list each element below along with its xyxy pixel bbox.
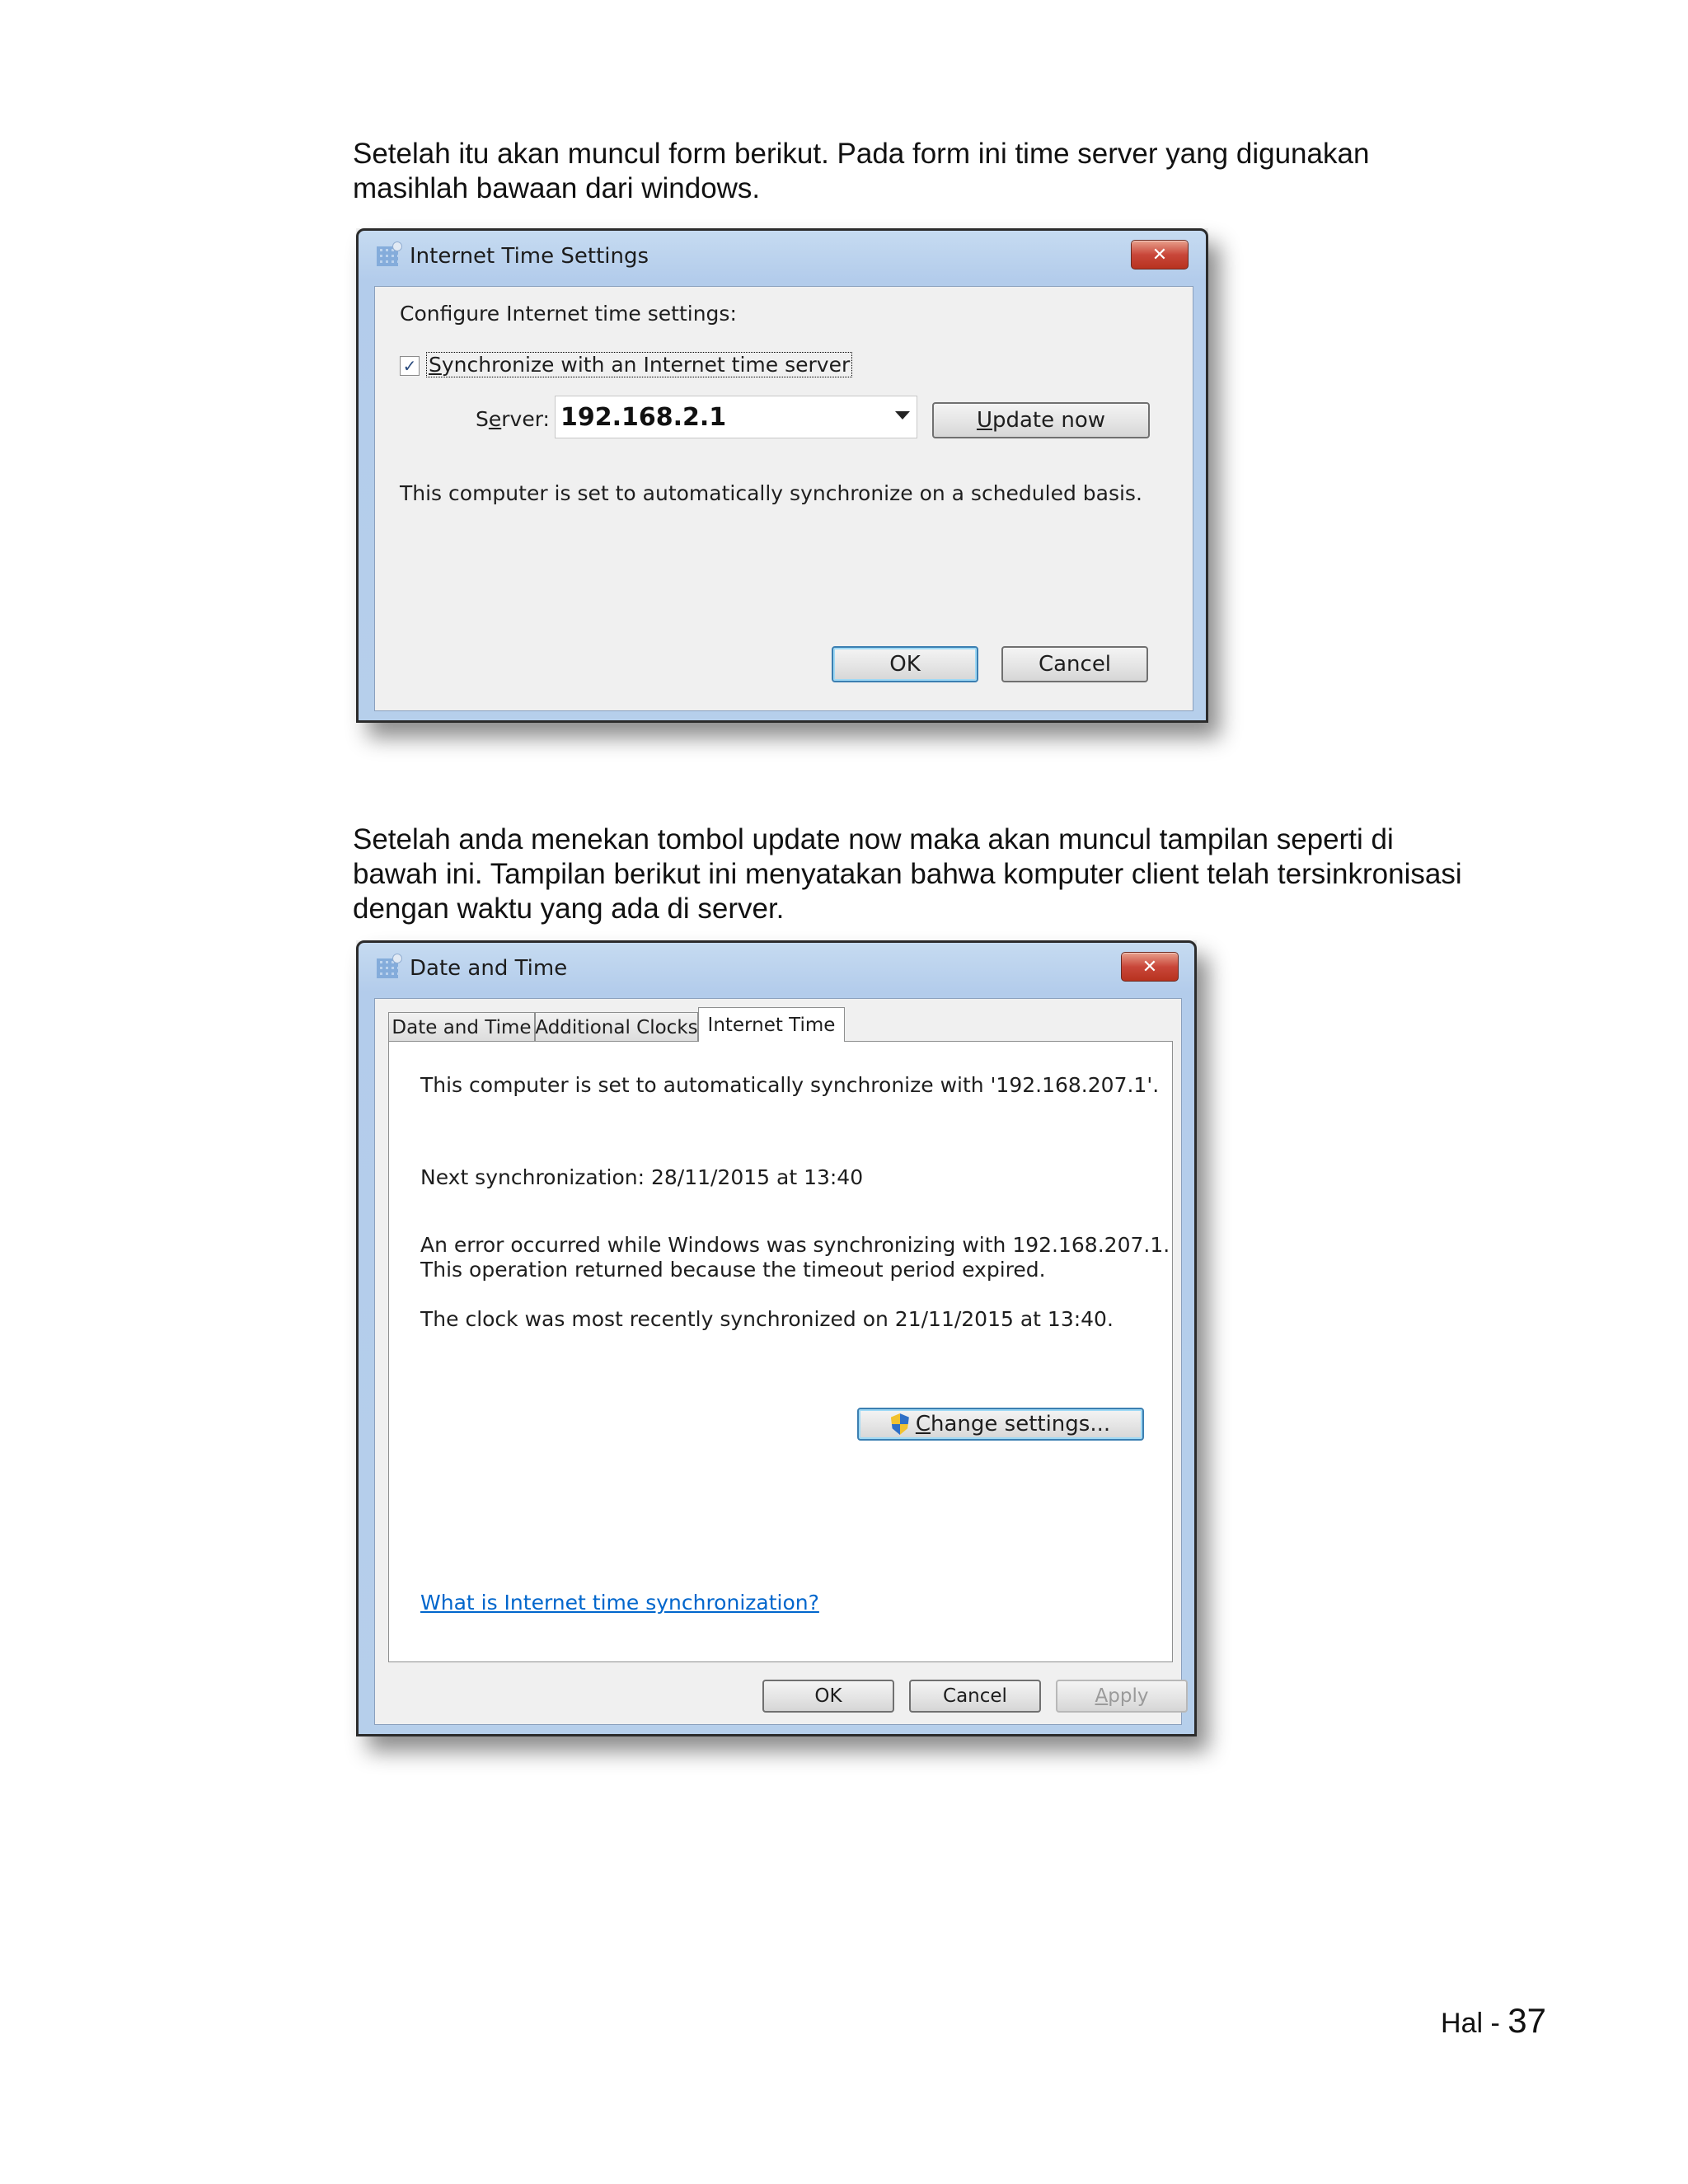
change-settings-mnemonic: C [915,1412,931,1436]
configure-heading: Configure Internet time settings: [400,302,737,326]
page-number: 37 [1507,2001,1546,2040]
last-sync-text: The clock was most recently synchronized… [420,1307,1114,1331]
date-and-time-dialog: Date and Time ✕ Date and Time Additional… [356,940,1197,1736]
sync-checkbox[interactable]: ✓ [400,356,420,376]
dialog-client-area: Configure Internet time settings: ✓ Sync… [374,286,1193,711]
close-button[interactable]: ✕ [1131,240,1189,269]
update-now-mnemonic: U [976,408,992,433]
page-footer: Hal - 37 [1441,2001,1546,2041]
page-prefix: Hal - [1441,2008,1508,2039]
server-value: 192.168.2.1 [560,402,727,432]
change-settings-button[interactable]: Change settings... [857,1408,1144,1441]
apply-label: pply [1108,1685,1149,1707]
dialog-titlebar: Date and Time [377,952,567,985]
dialog-title: Internet Time Settings [410,244,649,269]
next-sync-text: Next synchronization: 28/11/2015 at 13:4… [420,1165,864,1189]
tab-internet-time[interactable]: Internet Time [698,1007,845,1042]
internet-time-settings-dialog: Internet Time Settings ✕ Configure Inter… [356,228,1208,723]
uac-shield-icon [890,1413,909,1435]
ok-button[interactable]: OK [832,646,978,682]
dialog-title: Date and Time [410,956,568,981]
tab-additional-clocks[interactable]: Additional Clocks [535,1012,698,1042]
close-icon: ✕ [1142,956,1158,977]
cancel-button[interactable]: Cancel [1001,646,1148,682]
close-button[interactable]: ✕ [1121,952,1179,982]
sync-checkbox-label[interactable]: Synchronize with an Internet time server [426,352,853,377]
ok-button[interactable]: OK [762,1680,894,1713]
result-line: dengan waktu yang ada di server. [353,893,785,925]
result-paragraph: Setelah anda menekan tombol update now m… [353,823,1548,926]
intro-line: Setelah itu akan muncul form berikut. Pa… [353,138,1370,170]
server-label: Server: [476,407,550,431]
change-settings-label: hange settings... [931,1412,1111,1436]
error-text-line2: This operation returned because the time… [420,1258,1046,1282]
clock-app-icon [377,241,402,266]
tab-date-and-time[interactable]: Date and Time [388,1012,535,1042]
update-now-button[interactable]: Update now [932,402,1150,438]
apply-mnemonic: A [1095,1685,1109,1707]
result-line: Setelah anda menekan tombol update now m… [353,823,1394,855]
dialog-titlebar: Internet Time Settings [377,240,649,273]
server-combobox[interactable]: 192.168.2.1 [555,396,917,438]
help-link[interactable]: What is Internet time synchronization? [420,1591,819,1615]
status-text: This computer is set to automatically sy… [400,481,1142,505]
update-now-label: pdate now [992,408,1106,433]
internet-time-panel: This computer is set to automatically sy… [388,1041,1173,1662]
sync-label-text: ynchronize with an Internet time server [441,353,851,377]
clock-app-icon [377,954,402,978]
apply-button: Apply [1056,1680,1188,1713]
sync-info-text: This computer is set to automatically sy… [420,1073,1160,1097]
dialog-client-area: Date and Time Additional Clocks Internet… [374,998,1188,1725]
close-icon: ✕ [1151,244,1168,265]
dropdown-arrow-icon[interactable] [895,411,910,419]
sync-label-mnemonic: S [429,353,442,377]
error-text-line1: An error occurred while Windows was sync… [420,1233,1170,1257]
cancel-button[interactable]: Cancel [909,1680,1041,1713]
intro-line: masihlah bawaan dari windows. [353,172,761,204]
intro-paragraph: Setelah itu akan muncul form berikut. Pa… [353,137,1548,206]
result-line: bawah ini. Tampilan berikut ini menyatak… [353,858,1462,890]
checkmark-icon: ✓ [402,356,417,376]
